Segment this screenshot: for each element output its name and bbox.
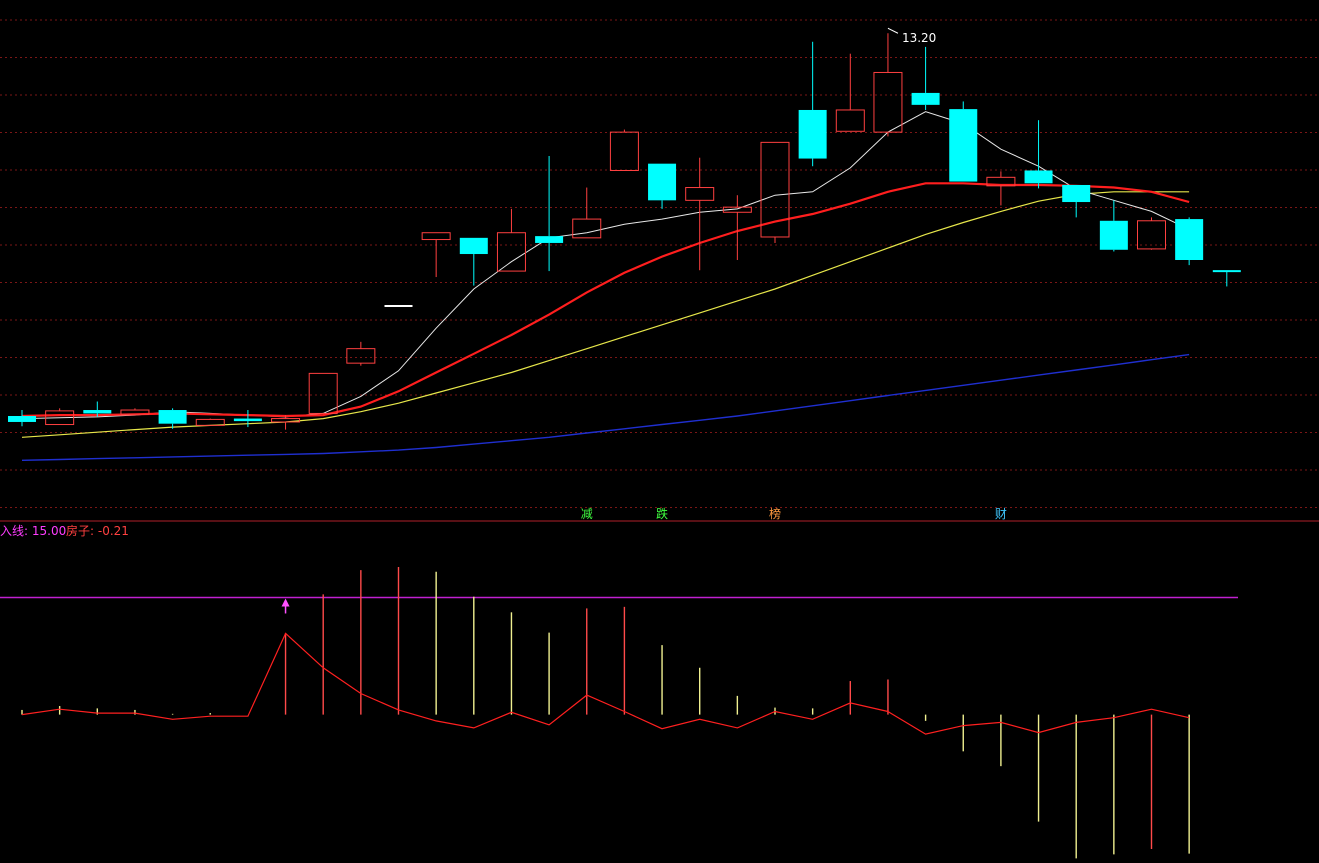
price-high-label: 13.20 — [902, 31, 936, 45]
candle-body — [421, 232, 451, 241]
candle-body — [535, 236, 564, 243]
candle-body — [798, 109, 827, 159]
ma10-line — [21, 182, 1190, 418]
candle — [8, 410, 36, 427]
candle-body — [83, 410, 112, 414]
candle-body — [760, 141, 790, 238]
ma60-line — [21, 353, 1190, 461]
candle-body — [8, 416, 36, 422]
candle-body — [609, 131, 639, 171]
candle — [271, 415, 301, 430]
candle-body — [1175, 219, 1204, 260]
candle-body — [572, 218, 602, 239]
candle — [346, 341, 376, 366]
candle — [798, 41, 827, 167]
candle — [1175, 217, 1204, 266]
indicator-legend: 入线: 15.00 房子: -0.21 — [0, 523, 129, 538]
candle — [535, 156, 564, 272]
candle-body — [1062, 184, 1091, 203]
candle — [158, 408, 187, 429]
candle — [1212, 270, 1241, 287]
candle — [911, 46, 940, 110]
candle — [873, 33, 903, 137]
signal-label: 跌 — [656, 506, 668, 521]
candle — [609, 129, 639, 171]
candle-body — [949, 109, 978, 182]
candle-body — [158, 410, 187, 424]
candle-body — [835, 109, 865, 132]
candle — [308, 372, 338, 414]
candle-body — [308, 372, 338, 414]
price-high-marker: 13.20 — [887, 27, 936, 45]
candle — [648, 163, 677, 209]
up-arrow-icon — [281, 598, 290, 607]
candle — [1024, 120, 1053, 189]
candle-body — [459, 237, 488, 255]
signal-labels: 减跌榜财 — [581, 506, 1007, 521]
candle — [835, 53, 865, 132]
signal-label: 减 — [581, 507, 593, 521]
candle-body — [648, 163, 677, 201]
price-gridlines — [0, 19, 1319, 508]
candle-body — [873, 71, 903, 133]
moving-average-lines — [21, 111, 1190, 461]
entry-line-label: 入线: 15.00 — [0, 524, 66, 538]
candle — [195, 418, 225, 426]
candle — [1099, 200, 1128, 252]
price-high-pointer — [887, 27, 899, 34]
signal-label: 榜 — [769, 506, 781, 521]
candle — [760, 141, 790, 243]
candle-body — [346, 348, 376, 364]
indicator-line — [21, 632, 1190, 735]
candle — [949, 101, 978, 182]
candle-body — [685, 187, 715, 201]
candle — [459, 237, 488, 286]
candle-body — [496, 232, 526, 272]
candle-body — [1099, 220, 1128, 250]
candle-body — [1024, 170, 1053, 184]
candle — [1062, 184, 1091, 218]
candle-body — [233, 418, 262, 422]
candle-body — [911, 92, 940, 105]
candle — [421, 232, 451, 278]
candlesticks — [8, 33, 1241, 430]
house-label: 房子: -0.21 — [66, 523, 129, 538]
candle — [986, 171, 1016, 206]
kline-chart: 减 跌 榜 财 13.20 入线: 15.00 房子: -0.21 — [0, 19, 1319, 859]
signal-label: 财 — [995, 507, 1007, 521]
ma5-line — [21, 111, 1190, 420]
indicator-subpanel — [0, 567, 1238, 859]
